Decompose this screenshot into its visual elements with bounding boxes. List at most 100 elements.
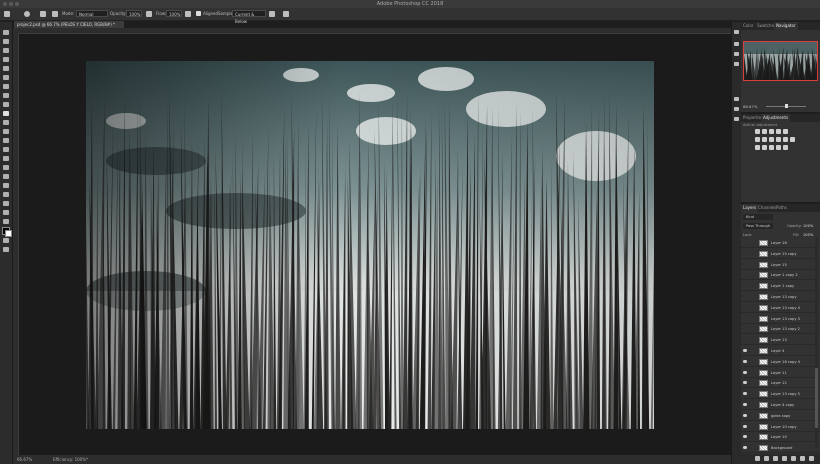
vertical-ruler[interactable] xyxy=(13,33,19,455)
eyedropper-tool-icon[interactable] xyxy=(3,84,9,89)
history-brush-tool-icon[interactable] xyxy=(3,120,9,125)
fx-icon[interactable] xyxy=(764,456,769,461)
layer-visibility-eye-icon[interactable] xyxy=(743,435,747,439)
layer-name[interactable]: Layer 4 copy xyxy=(771,400,794,410)
layer-row[interactable]: Layer 15 xyxy=(741,260,820,270)
layers-opacity-value[interactable]: 100% xyxy=(803,223,813,229)
brush-tool-icon[interactable] xyxy=(3,102,9,107)
pressure-size-icon[interactable] xyxy=(283,11,289,17)
layer-row[interactable]: Layer 16 xyxy=(741,238,820,248)
layer-row[interactable]: Layer 13 xyxy=(741,335,820,346)
layer-name[interactable]: Layer 1 copy xyxy=(771,281,794,291)
layers-scroll-thumb[interactable] xyxy=(815,368,818,428)
new-adjustment-icon[interactable] xyxy=(782,456,787,461)
layer-row[interactable]: Layer 15 copy xyxy=(741,249,820,259)
mode-select[interactable]: Normal xyxy=(76,10,108,17)
hand-tool-icon[interactable] xyxy=(3,201,9,206)
lasso-tool-icon[interactable] xyxy=(3,48,9,53)
layer-thumbnail[interactable] xyxy=(759,337,768,344)
layer-visibility-eye-icon[interactable] xyxy=(743,424,747,428)
tab-paths[interactable]: Paths xyxy=(774,204,789,212)
path-selection-tool-icon[interactable] xyxy=(3,183,9,188)
clone-source-panel-icon[interactable] xyxy=(734,62,739,66)
layer-row[interactable]: Layer 13 copy xyxy=(741,292,820,302)
ignore-adjustment-layers-icon[interactable] xyxy=(269,11,275,17)
layer-row[interactable]: Layer 13 copy 4 xyxy=(741,303,820,313)
layer-name[interactable]: Layer 12 xyxy=(771,378,787,388)
layer-thumbnail[interactable] xyxy=(759,272,768,279)
layer-thumbnail[interactable] xyxy=(759,250,768,257)
zoom-tool-icon[interactable] xyxy=(3,210,9,215)
layer-thumbnail[interactable] xyxy=(759,445,768,452)
layer-name[interactable]: Layer 13 copy 4 xyxy=(771,303,800,313)
layer-row[interactable]: Layer 11 xyxy=(741,368,820,378)
hue-saturation-icon[interactable] xyxy=(755,137,760,142)
layer-visibility-eye-icon[interactable] xyxy=(743,381,747,385)
layer-name[interactable]: Layer 10 xyxy=(771,432,787,442)
navigator-zoom-handle[interactable] xyxy=(785,104,788,108)
blur-tool-icon[interactable] xyxy=(3,147,9,152)
selective-color-icon[interactable] xyxy=(776,145,781,150)
frame-tool-icon[interactable] xyxy=(3,75,9,80)
layer-row[interactable]: Layer 10 xyxy=(741,432,820,443)
layer-thumbnail[interactable] xyxy=(759,348,768,354)
background-color-swatch[interactable] xyxy=(5,230,12,237)
healing-brush-tool-icon[interactable] xyxy=(3,93,9,98)
clone-stamp-tool-icon[interactable] xyxy=(3,111,9,116)
layer-name[interactable]: Layer 16 xyxy=(771,238,787,248)
photo-filter-icon[interactable] xyxy=(776,137,781,142)
move-tool-icon[interactable] xyxy=(3,30,9,35)
layer-thumbnail[interactable] xyxy=(759,315,768,322)
status-info[interactable]: Efficiency: 100%* xyxy=(53,455,88,464)
link-layers-icon[interactable] xyxy=(755,456,760,461)
layer-name[interactable]: Layer 1 copy 2 xyxy=(771,270,798,280)
layer-thumbnail[interactable] xyxy=(759,402,768,408)
posterize-icon[interactable] xyxy=(762,145,767,150)
dodge-tool-icon[interactable] xyxy=(3,156,9,161)
layer-name[interactable]: Background xyxy=(771,443,792,453)
document-canvas[interactable] xyxy=(86,61,654,429)
layer-row[interactable]: Layer 13 copy 5 xyxy=(741,389,820,400)
gradient-tool-icon[interactable] xyxy=(3,138,9,143)
exposure-icon[interactable] xyxy=(776,129,781,134)
eraser-tool-icon[interactable] xyxy=(3,129,9,134)
layer-row[interactable]: Layer 4 copy xyxy=(741,400,820,410)
document-tab[interactable]: projec2.psd @ 66.7% (PELOS Y CIELO, RGB/… xyxy=(14,21,124,28)
status-zoom[interactable]: 66.67% xyxy=(17,455,32,464)
layer-row[interactable]: Layer 1 copy xyxy=(741,281,820,292)
tab-adjustments[interactable]: Adjustments xyxy=(761,114,791,122)
color-balance-icon[interactable] xyxy=(762,137,767,142)
aligned-checkbox[interactable] xyxy=(196,11,201,16)
layer-name[interactable]: Layer 13 copy 3 xyxy=(771,314,800,324)
vibrance-icon[interactable] xyxy=(783,129,788,134)
layer-name[interactable]: Layer 10 copy xyxy=(771,422,796,432)
history-icon[interactable] xyxy=(734,42,739,46)
clone-source-icon[interactable] xyxy=(52,11,58,17)
new-group-icon[interactable] xyxy=(791,456,796,461)
tab-navigator[interactable]: Navigator xyxy=(774,22,798,30)
layer-filter-select[interactable]: Kind xyxy=(743,214,773,220)
navigator-thumbnail[interactable] xyxy=(743,41,818,81)
gradient-map-icon[interactable] xyxy=(783,145,788,150)
tab-color[interactable]: Color xyxy=(741,22,755,30)
layer-name[interactable]: Layer 13 copy 2 xyxy=(771,324,800,334)
marquee-tool-icon[interactable] xyxy=(3,39,9,44)
blend-mode-select[interactable]: Pass Through xyxy=(743,223,773,229)
brush-panel-icon[interactable] xyxy=(734,52,739,56)
layer-row[interactable]: Layer 10 copy xyxy=(741,422,820,432)
horizontal-ruler[interactable] xyxy=(13,28,731,34)
layer-thumbnail[interactable] xyxy=(759,240,768,246)
layer-row[interactable]: Layer 12 xyxy=(741,378,820,389)
add-mask-icon[interactable] xyxy=(773,456,778,461)
quick-mask-icon[interactable] xyxy=(3,238,9,243)
layer-thumbnail[interactable] xyxy=(759,369,768,376)
layer-thumbnail[interactable] xyxy=(759,423,768,430)
paragraph-icon[interactable] xyxy=(734,107,739,111)
navigator-zoom[interactable]: 66.67% xyxy=(743,104,757,109)
layer-name[interactable]: Layer 11 xyxy=(771,368,787,378)
glyphs-icon[interactable] xyxy=(734,117,739,121)
channel-mixer-icon[interactable] xyxy=(783,137,788,142)
layer-thumbnail[interactable] xyxy=(759,283,768,290)
sample-select[interactable]: Current & Below xyxy=(232,10,266,24)
levels-icon[interactable] xyxy=(762,129,767,134)
